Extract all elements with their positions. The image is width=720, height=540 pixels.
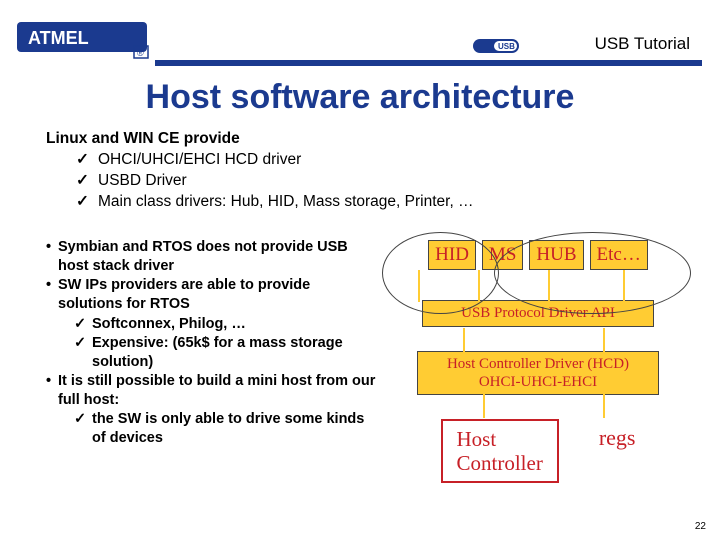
usb-icon: USB <box>472 36 520 56</box>
hcd-line2: OHCI-UHCI-EHCI <box>418 373 658 391</box>
bullet: SW IPs providers are able to provide sol… <box>46 276 376 314</box>
group-ellipse <box>494 232 691 314</box>
hcd-line1: Host Controller Driver (HCD) <box>418 355 658 373</box>
sub-item: Softconnex, Philog, … <box>74 315 376 334</box>
atmel-logo: ATMEL ® <box>14 16 164 66</box>
connector <box>418 270 420 302</box>
header-title: USB Tutorial <box>595 34 690 54</box>
connector <box>603 392 605 418</box>
svg-text:USB: USB <box>498 42 515 51</box>
list-item: USBD Driver <box>76 171 690 192</box>
connector <box>463 328 465 354</box>
svg-text:ATMEL: ATMEL <box>28 28 89 48</box>
connector <box>603 328 605 354</box>
group-ellipse <box>382 232 499 314</box>
page-number: 22 <box>695 521 706 532</box>
hc-line2: Controller <box>457 451 543 475</box>
sub-item: the SW is only able to drive some kinds … <box>74 410 376 448</box>
list-item: Main class drivers: Hub, HID, Mass stora… <box>76 192 690 213</box>
connector <box>483 392 485 418</box>
architecture-diagram: HID MS HUB Etc… USB Protocol Driver API … <box>388 240 688 483</box>
bullet: Symbian and RTOS does not provide USB ho… <box>46 238 376 276</box>
page-title: Host software architecture <box>0 78 720 117</box>
connector <box>478 270 480 302</box>
hc-line1: Host <box>457 427 543 451</box>
bullet: It is still possible to build a mini hos… <box>46 372 376 410</box>
regs-label: regs <box>599 425 636 451</box>
connector <box>623 270 625 302</box>
svg-text:®: ® <box>137 48 144 58</box>
connector <box>548 270 550 302</box>
list-item: OHCI/UHCI/EHCI HCD driver <box>76 150 690 171</box>
section1-heading: Linux and WIN CE provide <box>46 130 690 148</box>
left-column: Symbian and RTOS does not provide USB ho… <box>46 238 376 448</box>
host-controller-box: Host Controller <box>441 419 559 483</box>
header-rule <box>155 60 702 66</box>
hcd-box: Host Controller Driver (HCD) OHCI-UHCI-E… <box>417 351 659 395</box>
section1-list: OHCI/UHCI/EHCI HCD driver USBD Driver Ma… <box>76 150 690 213</box>
sub-item: Expensive: (65k$ for a mass storage solu… <box>74 334 376 372</box>
